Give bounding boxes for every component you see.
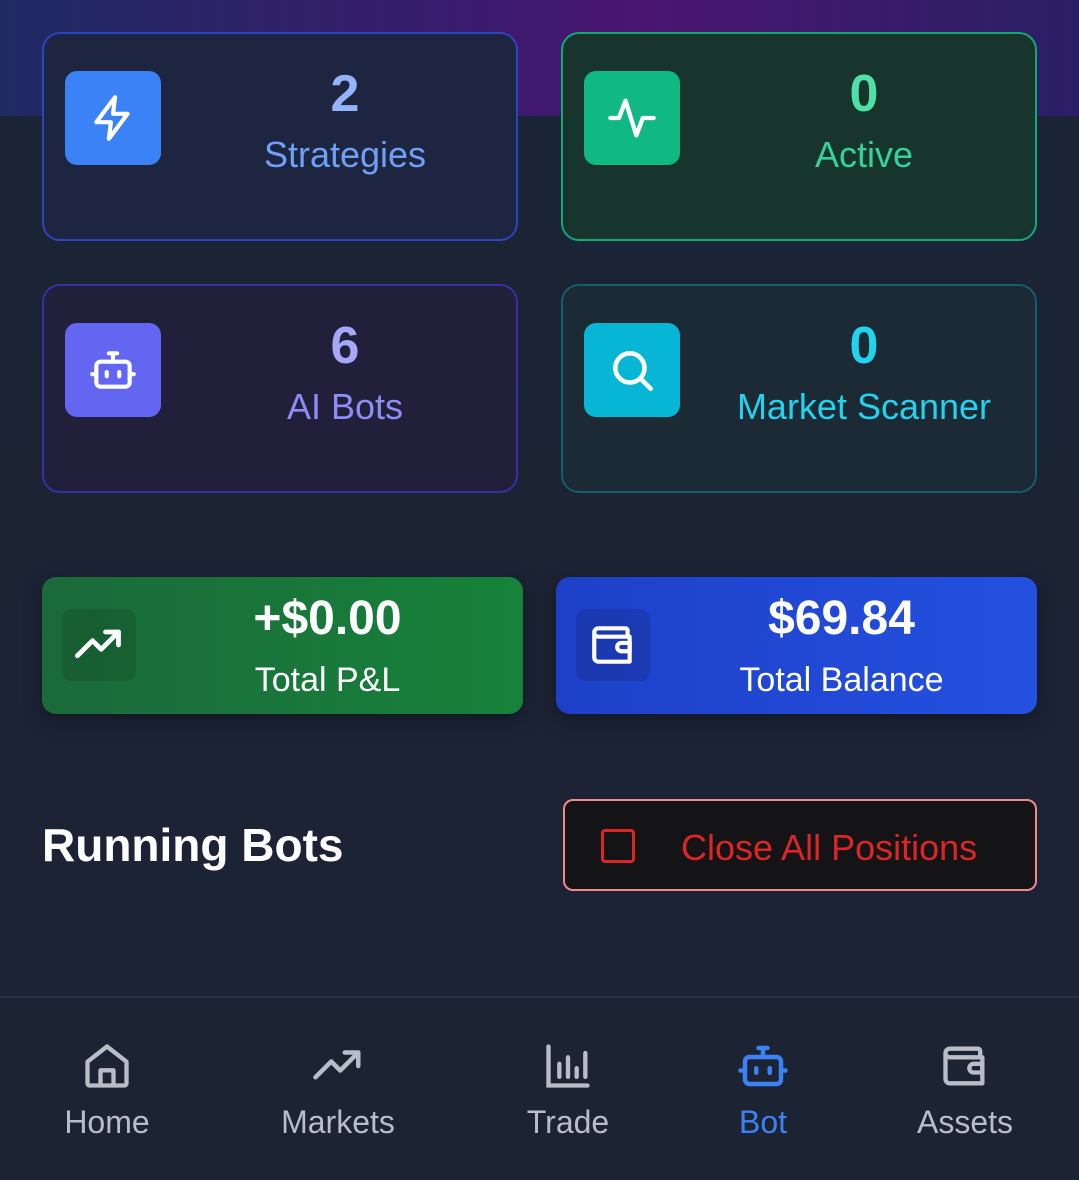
total-balance-value: $69.84: [768, 592, 915, 645]
active-count: 0: [849, 65, 879, 123]
nav-label-assets: Assets: [916, 1104, 1014, 1140]
market-scanner-label: Market Scanner: [736, 386, 992, 427]
total-pnl-value: +$0.00: [253, 592, 402, 645]
active-label: Active: [814, 134, 914, 175]
active-card[interactable]: 0 Active: [561, 32, 1037, 241]
total-balance-label: Total Balance: [739, 661, 944, 699]
nav-item-bot[interactable]: Bot: [703, 1038, 823, 1141]
lightning-icon: [65, 71, 161, 165]
ai-bots-card[interactable]: 6 AI Bots: [42, 284, 518, 493]
bar-chart-icon: [508, 1038, 628, 1094]
search-icon: [584, 323, 680, 417]
bot-icon: [65, 323, 161, 417]
stop-square-icon: [601, 829, 635, 863]
close-all-positions-label: Close All Positions: [681, 827, 978, 868]
total-balance-card: $69.84 Total Balance: [556, 577, 1037, 714]
running-bots-title: Running Bots: [42, 819, 344, 871]
market-scanner-count: 0: [849, 317, 879, 375]
strategies-count: 2: [330, 65, 360, 123]
nav-label-bot: Bot: [738, 1104, 788, 1140]
strategies-label: Strategies: [263, 134, 427, 175]
nav-label-home: Home: [64, 1104, 150, 1140]
bottom-nav: Home Markets Trade Bot Assets: [0, 996, 1079, 1180]
nav-item-home[interactable]: Home: [47, 1038, 167, 1141]
strategies-card[interactable]: 2 Strategies: [42, 32, 518, 241]
ai-bots-label: AI Bots: [286, 386, 404, 427]
nav-item-assets[interactable]: Assets: [905, 1038, 1025, 1141]
wallet-icon: [576, 609, 650, 681]
trending-up-icon: [268, 1038, 408, 1094]
nav-label-trade: Trade: [526, 1104, 610, 1140]
wallet-icon: [905, 1038, 1025, 1094]
nav-label-markets: Markets: [281, 1104, 395, 1140]
total-pnl-label: Total P&L: [254, 661, 401, 699]
nav-item-trade[interactable]: Trade: [508, 1038, 628, 1141]
trending-up-icon: [62, 609, 136, 681]
home-icon: [47, 1038, 167, 1094]
ai-bots-count: 6: [330, 317, 360, 375]
nav-item-markets[interactable]: Markets: [268, 1038, 408, 1141]
activity-icon: [584, 71, 680, 165]
close-all-positions-button[interactable]: Close All Positions: [563, 799, 1037, 891]
total-pnl-card: +$0.00 Total P&L: [42, 577, 523, 714]
bot-icon: [703, 1038, 823, 1094]
market-scanner-card[interactable]: 0 Market Scanner: [561, 284, 1037, 493]
